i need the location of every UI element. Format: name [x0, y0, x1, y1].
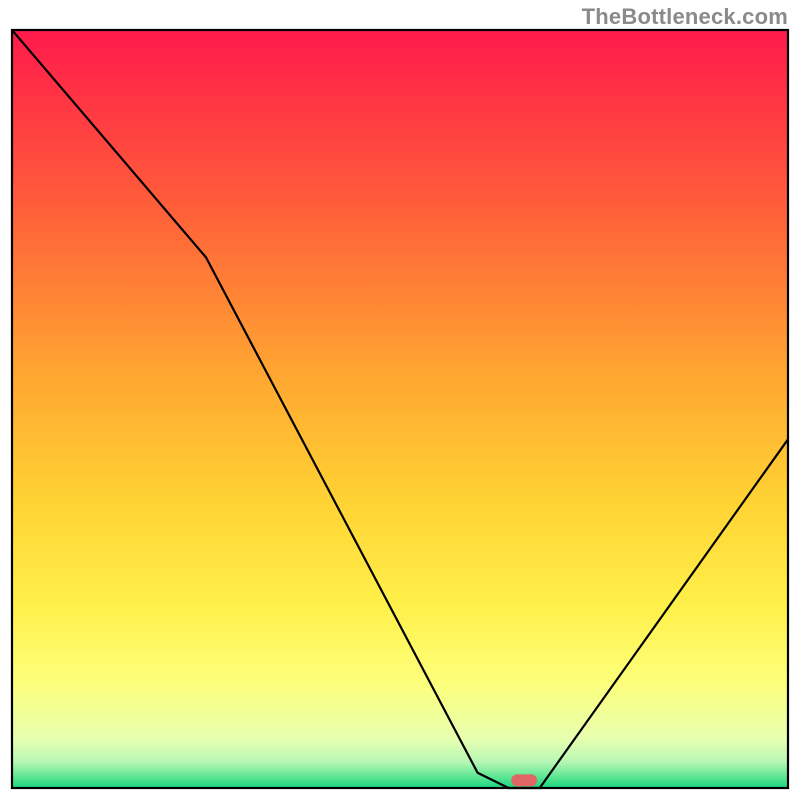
watermark-label: TheBottleneck.com: [582, 4, 788, 30]
optimal-marker: [511, 774, 537, 786]
plot-area: [12, 30, 788, 788]
bottleneck-chart: TheBottleneck.com: [0, 0, 800, 800]
chart-canvas: [0, 0, 800, 800]
